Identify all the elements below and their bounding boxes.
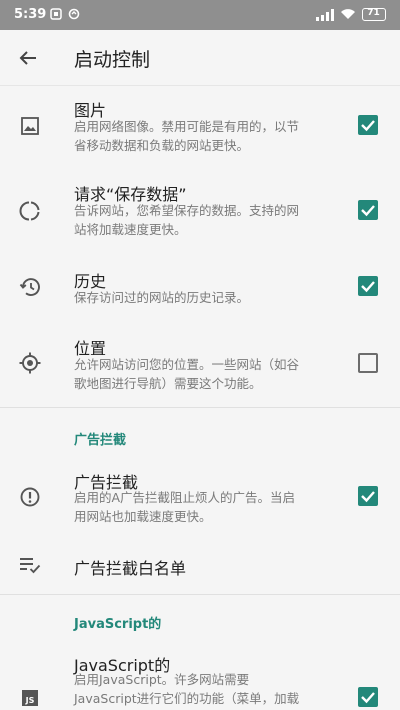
setting-summary: 启用JavaScript。许多网站需要 JavaScript进行它们的功能（菜单… — [74, 672, 300, 706]
javascript-checkbox[interactable] — [358, 687, 378, 707]
setting-summary: 启用网络图像。禁用可能是有用的，以节 省移动数据和负载的网站更快。 — [74, 119, 300, 153]
notification-icon — [50, 8, 62, 20]
location-icon — [19, 352, 41, 374]
arrow-back-icon[interactable] — [14, 44, 42, 72]
category-ad-block: 广告拦截 — [74, 433, 127, 448]
save-data-checkbox[interactable] — [358, 200, 378, 220]
app-bar: 启动控制 — [0, 30, 400, 86]
setting-summary: 允许网站访问您的位置。一些网站（如谷 歌地图进行导航）需要这个功能。 — [74, 357, 300, 391]
setting-summary: 保存访问过的网站的历史记录。 — [74, 290, 250, 305]
page-title: 启动控制 — [74, 49, 151, 71]
data-saver-icon — [19, 201, 40, 221]
ad-block-checkbox[interactable] — [358, 486, 378, 506]
status-bar: 5:39 71 — [0, 0, 400, 30]
js-icon: JS — [22, 690, 38, 706]
section-divider — [0, 594, 400, 595]
history-icon — [19, 278, 40, 296]
status-time: 5:39 — [14, 7, 47, 22]
setting-summary: 告诉网站，您希望保存的数据。支持的网 站将加载速度更快。 — [74, 203, 300, 237]
section-divider — [0, 407, 400, 408]
setting-summary: 启用的A广告拦截阻止烦人的广告。当启 用网站也加载速度更快。 — [74, 490, 296, 524]
images-checkbox[interactable] — [358, 115, 378, 135]
setting-title: 广告拦截白名单 — [74, 559, 187, 578]
setting-javascript[interactable]: JS JavaScript的 启用JavaScript。许多网站需要 JavaS… — [0, 642, 400, 710]
setting-ad-block-whitelist[interactable]: 广告拦截白名单 — [0, 540, 400, 590]
category-javascript: JavaScript的 — [74, 617, 162, 632]
image-icon — [21, 117, 39, 135]
setting-ad-block[interactable]: 广告拦截 启用的A广告拦截阻止烦人的广告。当启 用网站也加载速度更快。 — [0, 457, 400, 535]
history-checkbox[interactable] — [358, 276, 378, 296]
svg-text:JS: JS — [25, 696, 35, 705]
battery-icon: 71 — [362, 8, 386, 21]
setting-location[interactable]: 位置 允许网站访问您的位置。一些网站（如谷 歌地图进行导航）需要这个功能。 — [0, 325, 400, 403]
setting-save-data[interactable]: 请求“保存数据” 告诉网站，您希望保存的数据。支持的网 站将加载速度更快。 — [0, 171, 400, 249]
sync-icon — [68, 8, 80, 20]
setting-images[interactable]: 图片 启用网络图像。禁用可能是有用的，以节 省移动数据和负载的网站更快。 — [0, 87, 400, 165]
alert-circle-icon — [20, 487, 40, 507]
wifi-icon — [341, 9, 355, 19]
signal-icon — [316, 9, 334, 21]
location-checkbox[interactable] — [358, 353, 378, 373]
battery-level: 71 — [367, 8, 380, 18]
setting-history[interactable]: 历史 保存访问过的网站的历史记录。 — [0, 258, 400, 316]
playlist-check-icon — [20, 558, 41, 574]
